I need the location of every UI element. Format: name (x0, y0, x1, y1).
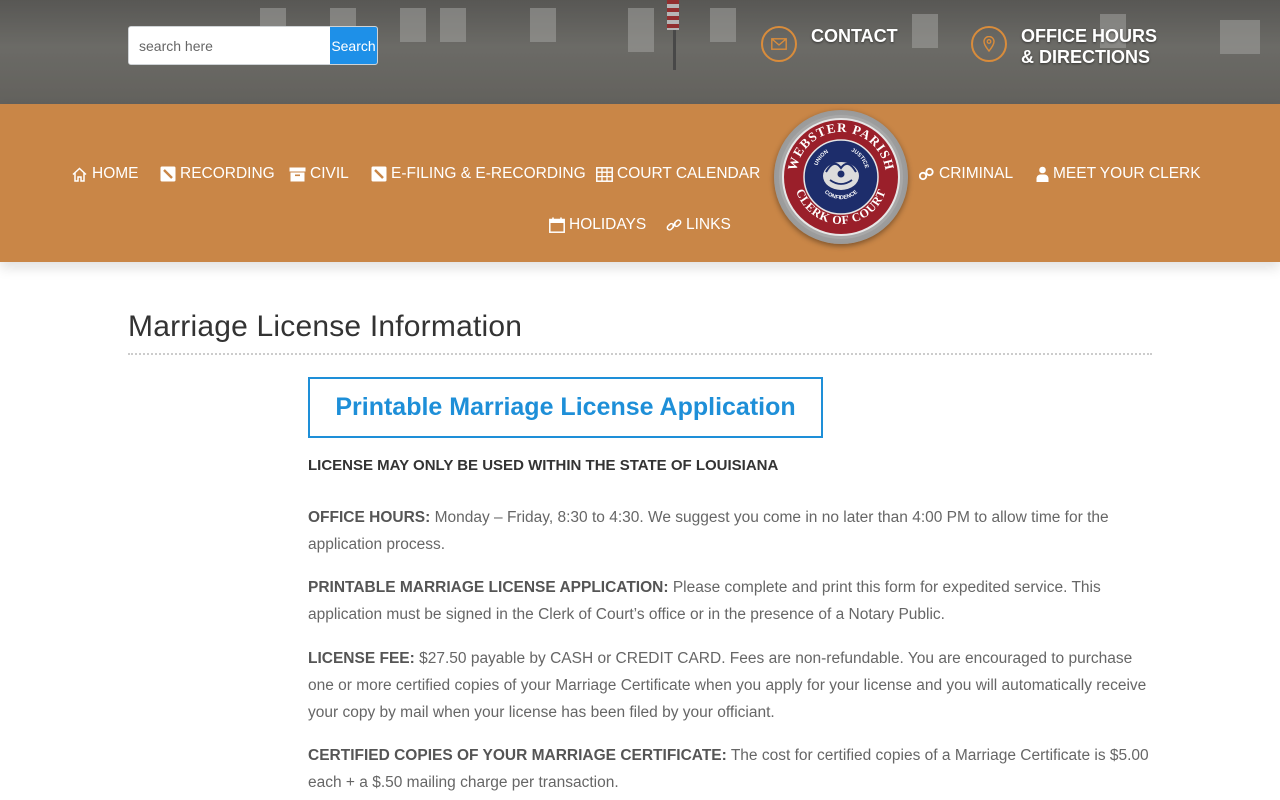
section-text: $27.50 payable by CASH or CREDIT CARD. F… (308, 650, 1147, 721)
nav-item-home[interactable]: HOME (71, 164, 139, 184)
nav-item-label: LINKS (686, 216, 731, 233)
page-title: Marriage License Information (128, 310, 523, 343)
link-icon (666, 219, 682, 231)
search-button[interactable]: Search (330, 27, 377, 64)
search-input[interactable] (129, 27, 330, 64)
envelope-icon (761, 26, 797, 62)
office-hours-link[interactable]: OFFICE HOURS & DIRECTIONS (971, 26, 1157, 68)
nav-item-criminal[interactable]: CRIMINAL (919, 164, 1013, 184)
printable-application-button[interactable]: Printable Marriage License Application (308, 377, 823, 438)
nav-item-civil[interactable]: CIVIL (289, 164, 349, 184)
section-heading: CERTIFIED COPIES OF YOUR MARRIAGE CERTIF… (308, 747, 727, 764)
nav-item-label: CIVIL (310, 165, 349, 182)
nav-item-label: MEET YOUR CLERK (1053, 165, 1201, 182)
printable-application-paragraph: PRINTABLE MARRIAGE LICENSE APPLICATION: … (308, 574, 1158, 628)
nav-item-label: HOME (92, 165, 139, 182)
table-grid-icon (596, 166, 613, 182)
nav-item-label: E-FILING & E-RECORDING (391, 165, 586, 182)
nav-item-meet-your-clerk[interactable]: MEET YOUR CLERK (1036, 164, 1201, 184)
license-fee-paragraph: LICENSE FEE: $27.50 payable by CASH or C… (308, 645, 1158, 726)
pencil-square-icon (371, 166, 387, 182)
nav-item-recording[interactable]: RECORDING (160, 164, 275, 184)
nav-item-efiling[interactable]: E-FILING & E-RECORDING (371, 164, 586, 184)
calendar-icon (549, 217, 565, 233)
search-form: Search (128, 26, 378, 65)
nav-item-label: COURT CALENDAR (617, 165, 761, 182)
seal-logo: WEBSTER PARISH CLERK OF COURT UNION JUST… (779, 115, 903, 239)
nav-item-court-calendar[interactable]: COURT CALENDAR (596, 164, 760, 184)
office-hours-label: OFFICE HOURS & DIRECTIONS (1021, 26, 1157, 68)
nav-item-links[interactable]: LINKS (666, 215, 731, 235)
home-icon (72, 166, 87, 182)
map-pin-icon (971, 26, 1007, 62)
section-heading: OFFICE HOURS: (308, 509, 431, 526)
certified-copies-paragraph: CERTIFIED COPIES OF YOUR MARRIAGE CERTIF… (308, 742, 1158, 796)
handcuffs-icon (919, 167, 934, 181)
office-hours-line1: OFFICE HOURS (1021, 26, 1158, 46)
section-heading: LICENSE FEE: (308, 650, 415, 667)
user-icon (1036, 166, 1049, 182)
license-state-notice: LICENSE MAY ONLY BE USED WITHIN THE STAT… (308, 457, 779, 474)
office-hours-line2: & DIRECTIONS (1021, 47, 1151, 67)
nav-item-label: HOLIDAYS (569, 216, 647, 233)
archive-box-icon (289, 167, 306, 181)
pencil-square-icon (160, 166, 176, 182)
office-hours-paragraph: OFFICE HOURS: Monday – Friday, 8:30 to 4… (308, 504, 1158, 558)
nav-item-holidays[interactable]: HOLIDAYS (549, 215, 646, 235)
pelican-emblem (823, 162, 859, 190)
title-divider (128, 353, 1152, 355)
contact-link[interactable]: CONTACT (761, 26, 898, 62)
section-heading: PRINTABLE MARRIAGE LICENSE APPLICATION: (308, 579, 669, 596)
nav-item-label: RECORDING (180, 165, 275, 182)
clerk-of-court-seal[interactable]: WEBSTER PARISH CLERK OF COURT UNION JUST… (774, 110, 908, 244)
nav-item-label: CRIMINAL (939, 165, 1014, 182)
contact-label: CONTACT (811, 26, 898, 46)
